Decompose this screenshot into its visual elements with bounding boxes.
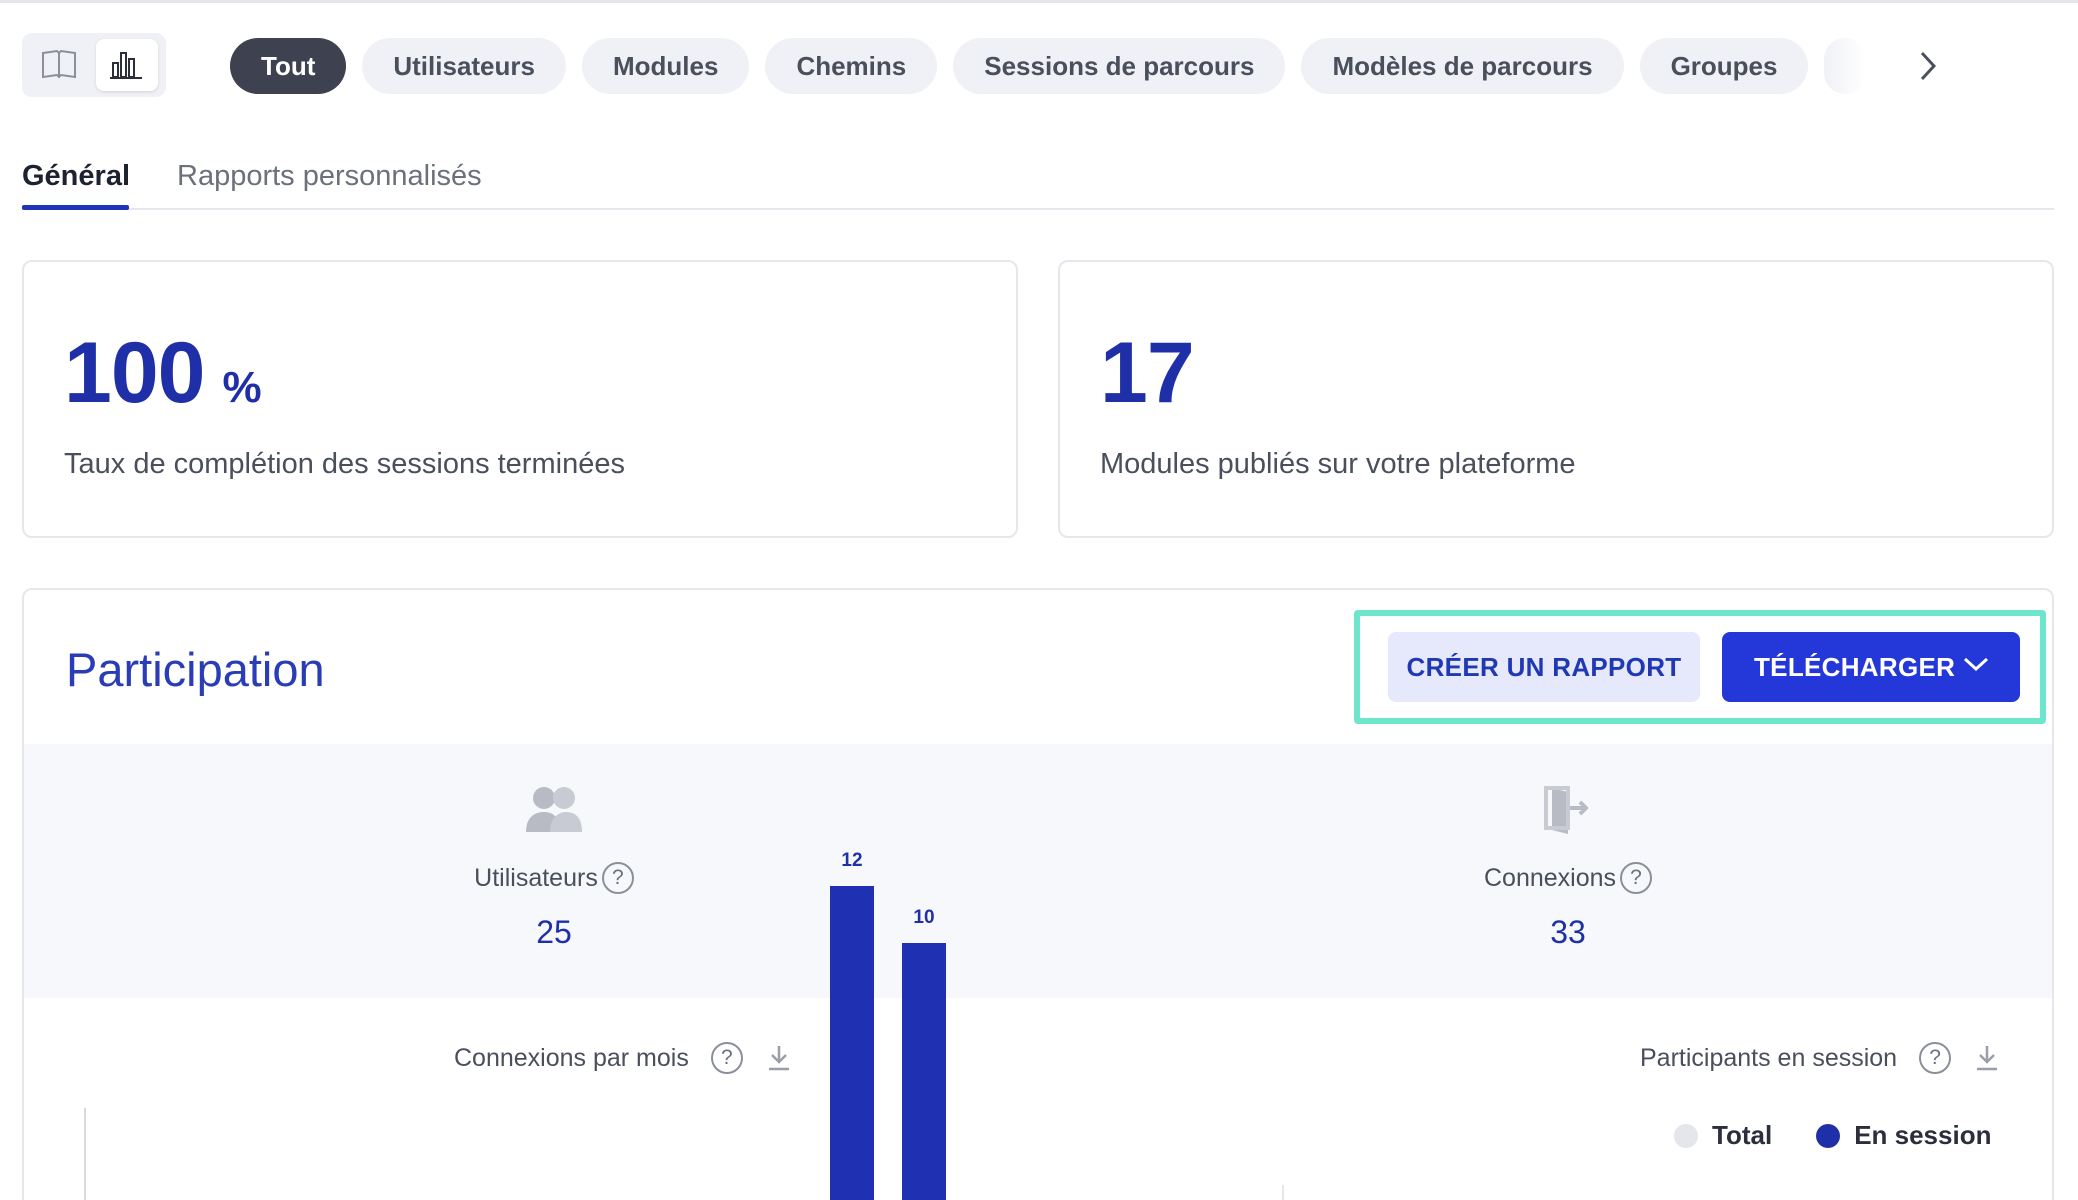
participants-chart-header: Participants en session ? [1640, 1042, 2001, 1074]
users-label-row: Utilisateurs ? [354, 862, 754, 894]
connections-bar [830, 886, 874, 1200]
chip-chemins[interactable]: Chemins [765, 38, 938, 94]
download-icon[interactable] [1973, 1043, 2001, 1073]
tab-general[interactable]: Général [22, 160, 130, 193]
chip-groupes[interactable]: Groupes [1639, 38, 1809, 94]
completion-label: Taux de complétion des sessions terminée… [64, 448, 625, 480]
connections-bar-label: 12 [841, 850, 863, 871]
legend-in-session-label: En session [1854, 1120, 1992, 1150]
users-help-icon[interactable]: ? [601, 862, 634, 894]
users-label: Utilisateurs [474, 863, 598, 892]
completion-unit: % [222, 363, 262, 412]
bar-chart-icon [110, 52, 142, 79]
book-icon [42, 49, 76, 79]
download-button[interactable]: TÉLÉCHARGER [1722, 632, 2020, 702]
participation-title: Participation [66, 643, 325, 696]
participants-chart-title: Participants en session [1640, 1043, 1898, 1072]
legend-in-session-swatch [1816, 1123, 1841, 1148]
chip-sessions-de-parcours[interactable]: Sessions de parcours [953, 38, 1286, 94]
connections-chart-title: Connexions par mois [454, 1043, 689, 1072]
chip-overflow[interactable] [1824, 38, 1867, 94]
connections-chart-help-icon[interactable]: ? [710, 1042, 743, 1074]
participation-metrics: Utilisateurs ? 25 Connexions ? 33 [24, 744, 2052, 998]
chart-divider [1282, 1185, 1284, 1200]
report-actions-highlight: CRÉER UN RAPPORT TÉLÉCHARGER [1354, 610, 2046, 724]
users-icon [526, 787, 582, 832]
connections-label-row: Connexions ? [1368, 862, 1768, 894]
connections-bar-label: 10 [913, 907, 935, 929]
tab-custom-reports[interactable]: Rapports personnalisés [177, 160, 482, 193]
connections-help-icon[interactable]: ? [1620, 862, 1653, 894]
completion-number: 100 [64, 325, 205, 421]
modules-label: Modules publiés sur votre plateforme [1100, 448, 1576, 480]
completion-value: 100% [64, 324, 262, 423]
participation-panel: Participation CRÉER UN RAPPORT TÉLÉCHARG… [22, 588, 2054, 1200]
participants-chart-help-icon[interactable]: ? [1919, 1042, 1952, 1074]
chip-modules[interactable]: Modules [581, 38, 750, 94]
view-toggle [22, 33, 166, 97]
completion-card: 100% Taux de complétion des sessions ter… [22, 260, 1018, 538]
filter-chips: Tout Utilisateurs Modules Chemins Sessio… [230, 38, 1867, 94]
chip-utilisateurs[interactable]: Utilisateurs [362, 38, 566, 94]
chevron-down-icon [1963, 657, 1989, 672]
legend-in-session: En session [1816, 1120, 1991, 1151]
legend-total: Total [1674, 1120, 1772, 1151]
report-tabs: Général Rapports personnalisés [22, 150, 2054, 210]
connections-chart-y-axis [84, 1108, 86, 1200]
legend-total-swatch [1674, 1123, 1698, 1148]
users-value: 25 [536, 914, 572, 950]
chevron-right-icon[interactable] [1910, 48, 1946, 84]
modules-value: 17 [1100, 325, 1195, 421]
legend-total-label: Total [1712, 1120, 1773, 1150]
download-icon[interactable] [765, 1043, 793, 1073]
connections-bar [902, 943, 946, 1200]
participants-legend: Total En session [1674, 1120, 2021, 1151]
connections-label: Connexions [1483, 863, 1617, 892]
create-report-button[interactable]: CRÉER UN RAPPORT [1388, 632, 1700, 702]
connections-value: 33 [1550, 914, 1586, 950]
modules-card: 17 Modules publiés sur votre plateforme [1058, 260, 2054, 538]
chip-tout[interactable]: Tout [230, 38, 347, 94]
top-border [0, 0, 2078, 3]
analytics-view-button[interactable] [96, 39, 158, 91]
active-tab-indicator [22, 205, 129, 210]
login-door-icon [1544, 786, 1589, 834]
chip-modeles-de-parcours[interactable]: Modèles de parcours [1301, 38, 1624, 94]
connections-chart-header: Connexions par mois ? [454, 1042, 793, 1074]
book-view-button[interactable] [28, 39, 90, 91]
download-label: TÉLÉCHARGER [1754, 651, 1956, 682]
